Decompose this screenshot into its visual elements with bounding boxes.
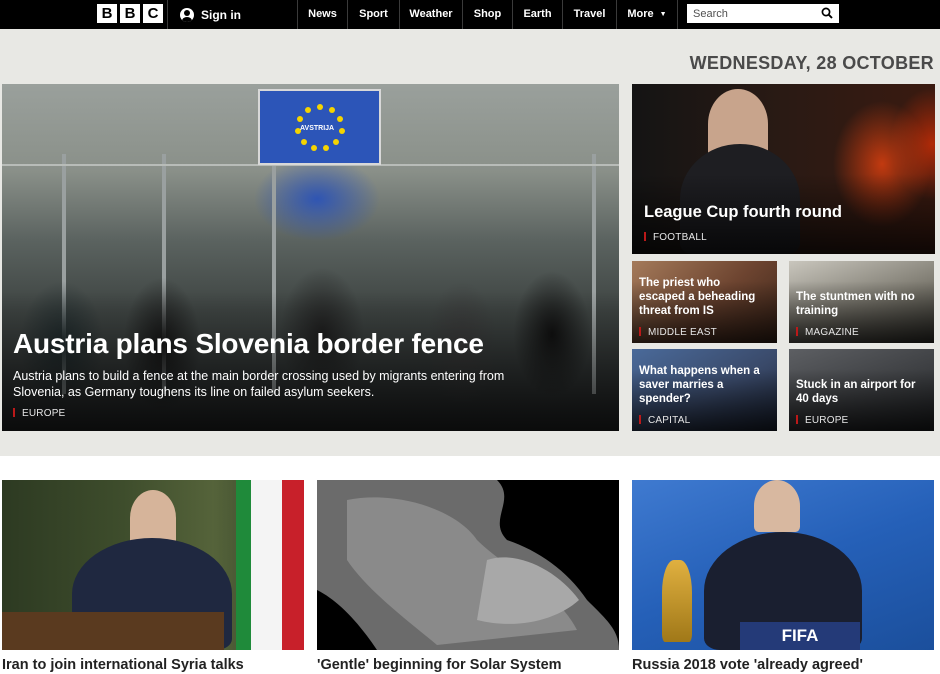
priest-tag[interactable]: MIDDLE EAST bbox=[639, 327, 717, 338]
league-cup-headline[interactable]: League Cup fourth round bbox=[644, 203, 842, 222]
headline-line: 40 days bbox=[796, 393, 839, 405]
hero-headline[interactable]: Austria plans Slovenia border fence bbox=[13, 328, 484, 360]
chevron-down-icon: ▼ bbox=[659, 11, 667, 18]
world-cup-trophy-image bbox=[662, 560, 692, 642]
priest-headline[interactable]: The priest who escaped a beheading threa… bbox=[639, 276, 755, 318]
stuntmen-story[interactable]: The stuntmen with no training MAGAZINE bbox=[789, 261, 934, 343]
sign-in-button[interactable]: Sign in bbox=[180, 0, 241, 29]
hero-summary-line-2: Slovenia, as Germany toughens its line o… bbox=[13, 385, 375, 399]
iran-story-image[interactable] bbox=[2, 480, 304, 650]
nav-item-more[interactable]: More ▼ bbox=[617, 0, 677, 29]
solar-system-headline[interactable]: 'Gentle' beginning for Solar System bbox=[317, 657, 562, 673]
logo-letter: C bbox=[143, 4, 163, 23]
nav-item-sport[interactable]: Sport bbox=[348, 0, 399, 29]
league-cup-tag[interactable]: FOOTBALL bbox=[644, 232, 707, 243]
airport-story[interactable]: Stuck in an airport for 40 days EUROPE bbox=[789, 349, 934, 431]
nav-item-earth[interactable]: Earth bbox=[513, 0, 562, 29]
headline-line: spender? bbox=[639, 393, 691, 405]
podium-image bbox=[2, 612, 224, 650]
nav-divider bbox=[677, 0, 678, 29]
hero-tag[interactable]: EUROPE bbox=[13, 408, 65, 419]
comet-story-image[interactable] bbox=[317, 480, 619, 650]
search-icon[interactable] bbox=[821, 7, 833, 19]
headline-line: escaped a beheading bbox=[639, 291, 756, 303]
man-face-image bbox=[754, 480, 800, 532]
league-cup-story[interactable]: League Cup fourth round FOOTBALL bbox=[632, 84, 935, 254]
logo-letter: B bbox=[120, 4, 140, 23]
russia-2018-headline[interactable]: Russia 2018 vote 'already agreed' bbox=[632, 657, 863, 673]
comet-image bbox=[317, 480, 619, 650]
image-gradient bbox=[2, 291, 619, 431]
headline-line: What happens when a bbox=[639, 365, 760, 377]
fifa-podium-sign: FIFA bbox=[740, 622, 860, 650]
user-icon bbox=[180, 7, 194, 22]
saver-tag[interactable]: CAPITAL bbox=[639, 415, 690, 426]
bbc-logo[interactable]: B B C bbox=[97, 4, 163, 23]
headline-line: saver marries a bbox=[639, 379, 724, 391]
iran-headline[interactable]: Iran to join international Syria talks bbox=[2, 657, 244, 673]
iran-flag-image bbox=[236, 480, 304, 650]
stuntmen-headline[interactable]: The stuntmen with no training bbox=[796, 290, 915, 318]
sign-text: AVSTRIJA bbox=[300, 125, 335, 132]
eu-border-sign: AVSTRIJA bbox=[258, 89, 381, 165]
headline-line: Stuck in an airport for bbox=[796, 379, 916, 391]
headline-line: The priest who bbox=[639, 277, 721, 289]
more-label: More bbox=[627, 8, 654, 20]
headline-line: threat from IS bbox=[639, 305, 714, 317]
airport-tag[interactable]: EUROPE bbox=[796, 415, 848, 426]
priest-story[interactable]: The priest who escaped a beheading threa… bbox=[632, 261, 777, 343]
nav-divider bbox=[167, 0, 168, 29]
saver-headline[interactable]: What happens when a saver marries a spen… bbox=[639, 364, 760, 406]
hero-summary-line-1: Austria plans to build a fence at the ma… bbox=[13, 369, 505, 383]
fifa-story-image[interactable]: FIFA bbox=[632, 480, 934, 650]
nav-item-weather[interactable]: Weather bbox=[400, 0, 462, 29]
sign-in-label: Sign in bbox=[201, 7, 241, 22]
hero-story[interactable]: AVSTRIJA Austria plans Slovenia border f… bbox=[2, 84, 619, 431]
headline-line: training bbox=[796, 305, 839, 317]
headline-line: The stuntmen with no bbox=[796, 291, 915, 303]
top-navigation-bar: B B C Sign in News Sport Weather Shop Ea… bbox=[0, 0, 940, 29]
logo-letter: B bbox=[97, 4, 117, 23]
page-date: WEDNESDAY, 28 OCTOBER bbox=[689, 53, 934, 73]
nav-item-travel[interactable]: Travel bbox=[563, 0, 616, 29]
search-input[interactable] bbox=[687, 4, 815, 23]
airport-headline[interactable]: Stuck in an airport for 40 days bbox=[796, 378, 916, 406]
nav-item-shop[interactable]: Shop bbox=[463, 0, 512, 29]
stuntmen-tag[interactable]: MAGAZINE bbox=[796, 327, 859, 338]
saver-spender-story[interactable]: What happens when a saver marries a spen… bbox=[632, 349, 777, 431]
search-box bbox=[687, 4, 839, 23]
nav-item-news[interactable]: News bbox=[298, 0, 347, 29]
